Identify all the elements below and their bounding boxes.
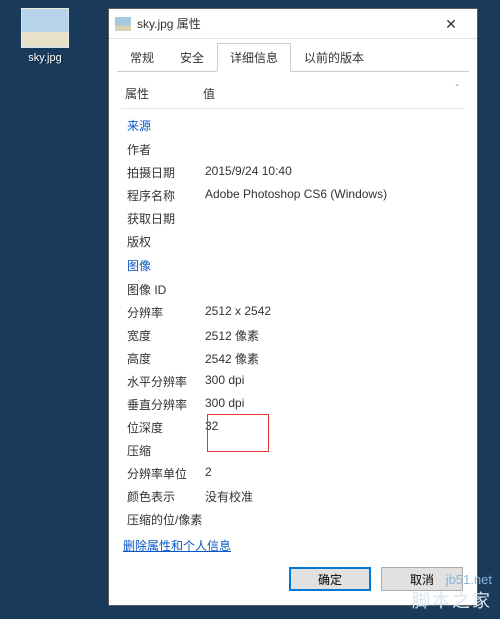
tab-details[interactable]: 详细信息 [217,43,291,72]
list-item: 分辨率单位2 [121,462,465,485]
chevron-up-icon[interactable]: ˆ [456,84,459,95]
header-value: 值 [203,85,461,102]
properties-dialog: sky.jpg 属性 ✕ 常规 安全 详细信息 以前的版本 属性 值 ˆ 来源 … [108,8,478,606]
ok-button[interactable]: 确定 [289,567,371,591]
list-item: 分辨率2512 x 2542 [121,301,465,324]
tab-strip: 常规 安全 详细信息 以前的版本 [109,39,477,72]
list-item: 颜色表示没有校准 [121,485,465,508]
desktop-file-label: sky.jpg [10,52,80,64]
list-item: 压缩的位/像素 [121,508,465,531]
list-item: 版权 [121,230,465,253]
details-panel: 属性 值 ˆ 来源 作者 拍摄日期2015/9/24 10:40 程序名称Ado… [109,72,477,531]
close-button[interactable]: ✕ [431,10,471,38]
section-image: 图像 [121,253,465,278]
section-origin: 来源 [121,113,465,138]
tab-security[interactable]: 安全 [167,43,217,72]
dialog-title: sky.jpg 属性 [137,15,431,32]
list-item: 位深度32 [121,416,465,439]
list-item: 宽度2512 像素 [121,324,465,347]
list-item: 程序名称Adobe Photoshop CS6 (Windows) [121,184,465,207]
remove-properties-link[interactable]: 删除属性和个人信息 [123,539,231,553]
list-item: 水平分辨率300 dpi [121,370,465,393]
header-property: 属性 [125,85,203,102]
list-item: 图像 ID [121,278,465,301]
properties-list: 来源 作者 拍摄日期2015/9/24 10:40 程序名称Adobe Phot… [121,108,465,531]
watermark: jb51.net 脚本之家 [412,572,492,613]
remove-properties-link-row: 删除属性和个人信息 [109,531,477,555]
column-headers: 属性 值 [121,82,465,108]
list-item: 高度2542 像素 [121,347,465,370]
watermark-url: jb51.net [412,572,492,587]
watermark-text: 脚本之家 [412,587,492,613]
file-type-icon [115,17,131,31]
list-item: 拍摄日期2015/9/24 10:40 [121,161,465,184]
list-item: 获取日期 [121,207,465,230]
list-item: 压缩 [121,439,465,462]
tab-general[interactable]: 常规 [117,43,167,72]
list-item: 垂直分辨率300 dpi [121,393,465,416]
list-item: 作者 [121,138,465,161]
desktop-file-icon[interactable]: sky.jpg [10,8,80,64]
tab-previous-versions[interactable]: 以前的版本 [291,43,377,72]
titlebar: sky.jpg 属性 ✕ [109,9,477,39]
image-thumbnail-icon [21,8,69,48]
